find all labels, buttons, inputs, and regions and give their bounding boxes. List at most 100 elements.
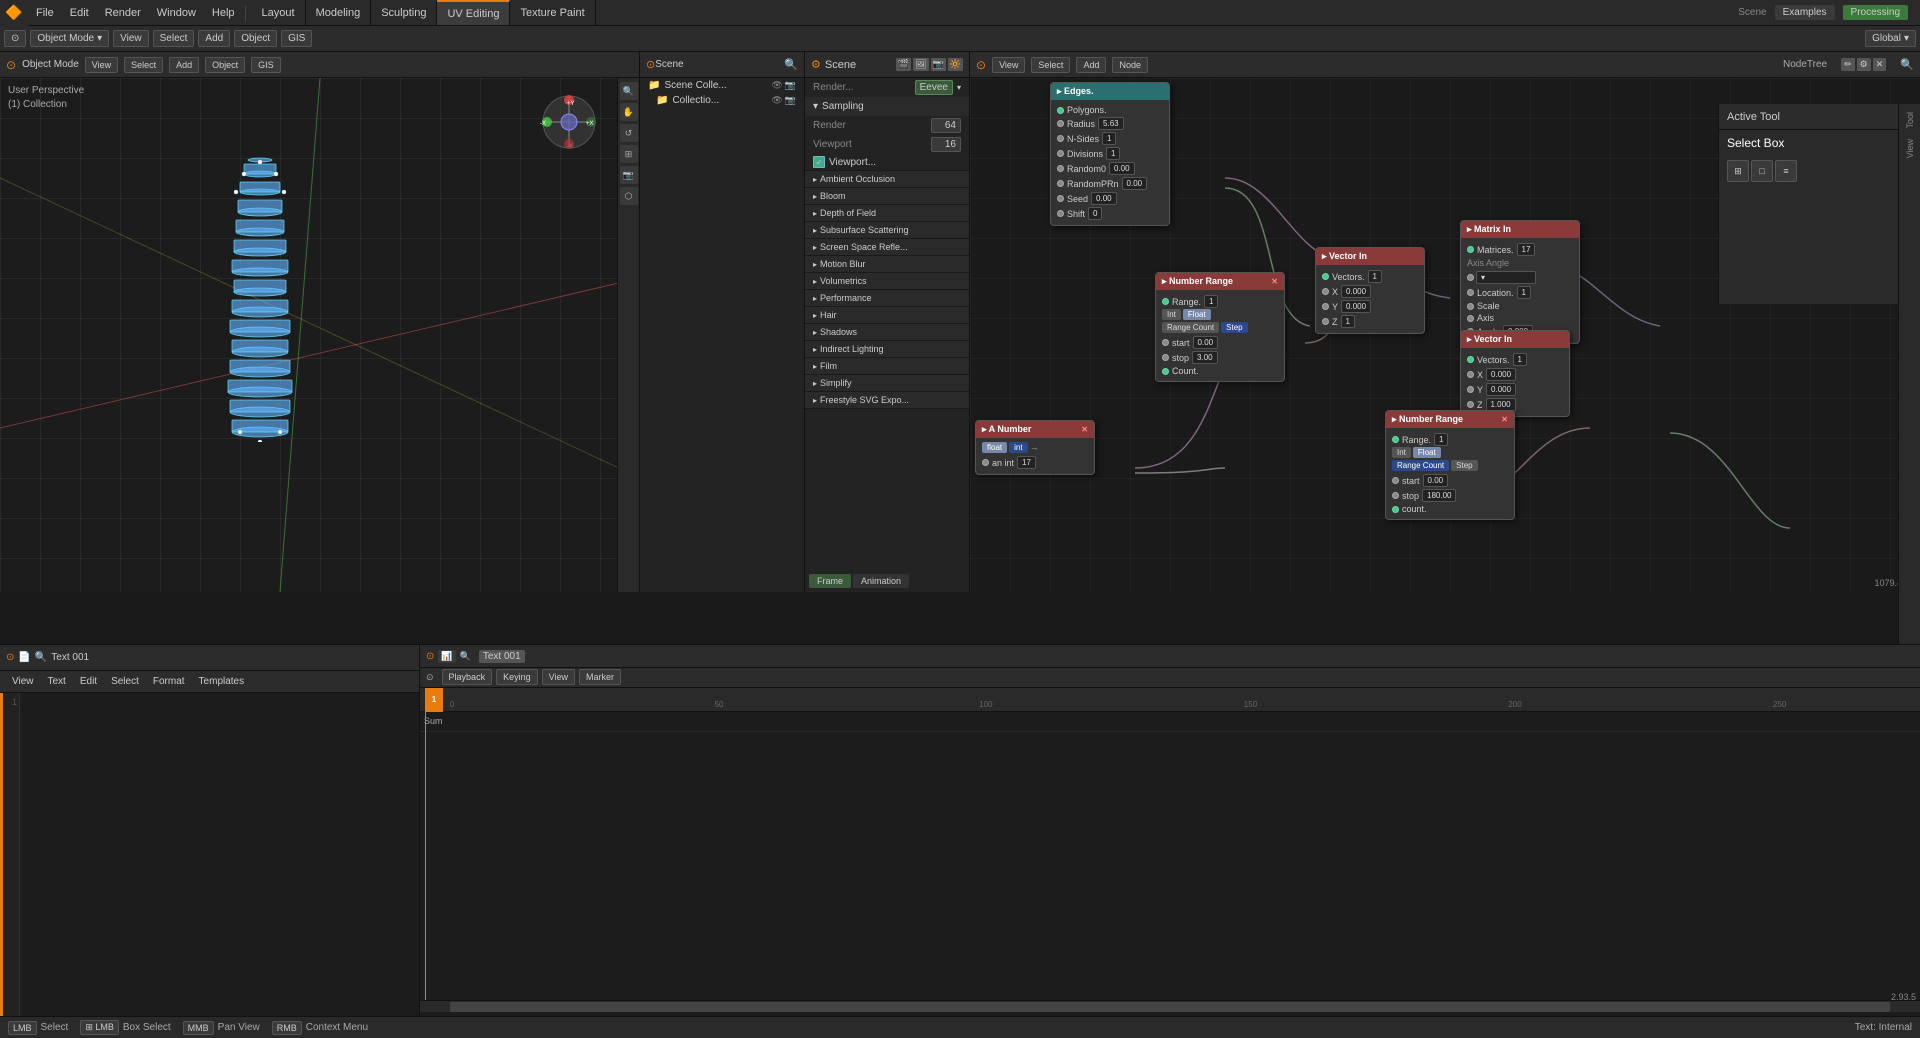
- render-section-8[interactable]: ▸Hair: [805, 307, 969, 324]
- menu-help[interactable]: Help: [204, 0, 243, 25]
- node-search-icon[interactable]: 🔍: [1900, 58, 1914, 71]
- num-range-1-close[interactable]: ✕: [1271, 277, 1278, 286]
- scroll-thumb[interactable]: [450, 1002, 1890, 1012]
- zoom-icon[interactable]: 🔍: [620, 82, 638, 100]
- nsides-val[interactable]: 1: [1102, 132, 1116, 145]
- vi1-vecs-val[interactable]: 1: [1368, 270, 1382, 283]
- nr2-start-val[interactable]: 0.00: [1423, 474, 1449, 487]
- vis-icon-2[interactable]: 👁: [771, 95, 782, 106]
- tool-icon-more[interactable]: ≡: [1775, 160, 1797, 182]
- marker-btn[interactable]: Marker: [579, 669, 621, 685]
- nr2-int-tab[interactable]: Int: [1392, 447, 1411, 458]
- prop-icon-4[interactable]: 🔆: [948, 58, 963, 71]
- menu-file[interactable]: File: [28, 0, 62, 25]
- add-btn[interactable]: Add: [198, 30, 230, 47]
- nr1-float-tab[interactable]: Float: [1183, 309, 1211, 320]
- view-tab[interactable]: View: [1903, 135, 1917, 162]
- prop-icon-3[interactable]: 📷: [931, 58, 946, 71]
- outliner-filter-icon[interactable]: 🔍: [784, 58, 798, 71]
- node-node-menu[interactable]: Node: [1112, 57, 1148, 73]
- render-section-13[interactable]: ▸Freestyle SVG Expo...: [805, 392, 969, 409]
- menu-view[interactable]: View: [6, 675, 40, 688]
- object-mode-btn[interactable]: Object Mode ▾: [30, 30, 109, 47]
- select-menu[interactable]: Select: [124, 57, 163, 73]
- hand-icon[interactable]: ✋: [620, 103, 638, 121]
- scene-icon[interactable]: ⬡: [620, 187, 638, 205]
- menu-render[interactable]: Render: [97, 0, 149, 25]
- nr2-step-tab[interactable]: Step: [1451, 460, 1477, 471]
- render-engine-value[interactable]: Eevee: [915, 80, 953, 95]
- menu-window[interactable]: Window: [149, 0, 204, 25]
- text-file-dropdown[interactable]: 📄: [18, 652, 30, 663]
- shading-btn[interactable]: Global ▾: [1865, 30, 1916, 47]
- mi-axisangle-dropdown[interactable]: ▾: [1476, 271, 1536, 284]
- tab-texture-paint[interactable]: Texture Paint: [510, 0, 595, 25]
- node-settings-icon[interactable]: ⚙: [1857, 58, 1871, 71]
- node-close-icon[interactable]: ✕: [1873, 58, 1887, 71]
- viewport-3d[interactable]: ⊙ Object Mode View Select Add Object GIS: [0, 52, 640, 592]
- engine-dropdown-icon[interactable]: ▾: [957, 83, 961, 92]
- keying-btn[interactable]: Keying: [496, 669, 538, 685]
- vi1-x-val[interactable]: 0.000: [1341, 285, 1371, 298]
- text-editor-body[interactable]: 1: [0, 693, 419, 1016]
- viewport-denoising-checkbox[interactable]: ✓: [813, 156, 825, 168]
- render-section-6[interactable]: ▸Volumetrics: [805, 273, 969, 290]
- node-edges[interactable]: ▸ Edges. Polygons. Radius5.63 N-Sides1 D…: [1050, 82, 1170, 226]
- object-btn[interactable]: Object: [234, 30, 277, 47]
- vi2-y-val[interactable]: 0.000: [1486, 383, 1516, 396]
- render-section-3[interactable]: ▸Subsurface Scattering: [805, 222, 969, 239]
- nr1-step-tab[interactable]: Step: [1221, 322, 1247, 333]
- text-search-icon[interactable]: 🔍: [35, 652, 47, 663]
- render-section-9[interactable]: ▸Shadows: [805, 324, 969, 341]
- nr2-stop-val[interactable]: 180.00: [1422, 489, 1456, 502]
- vi2-vecs-val[interactable]: 1: [1513, 353, 1527, 366]
- object-menu[interactable]: Object: [205, 57, 245, 73]
- node-matrix-in[interactable]: ▸ Matrix In Matrices.17 Axis Angle ▾ Loc…: [1460, 220, 1580, 344]
- node-view-menu[interactable]: View: [992, 57, 1025, 73]
- frame-tab[interactable]: Frame: [809, 574, 851, 588]
- mi-loc-val[interactable]: 1: [1517, 286, 1531, 299]
- node-add-menu[interactable]: Add: [1076, 57, 1106, 73]
- playback-btn[interactable]: Playback: [442, 669, 493, 685]
- tab-uv-editing[interactable]: UV Editing: [437, 0, 510, 25]
- render-section-7[interactable]: ▸Performance: [805, 290, 969, 307]
- viewport-denoising-field[interactable]: ✓ Viewport...: [805, 154, 969, 170]
- seed-val[interactable]: 0.00: [1091, 192, 1117, 205]
- gis-btn[interactable]: GIS: [281, 30, 312, 47]
- node-edit-icon[interactable]: ✏: [1841, 58, 1855, 71]
- grid-icon[interactable]: ⊞: [620, 145, 638, 163]
- timeline-scrollbar[interactable]: [420, 1000, 1920, 1012]
- tool-icon-grid[interactable]: ⊞: [1727, 160, 1749, 182]
- rand0-val[interactable]: 0.00: [1109, 162, 1135, 175]
- camera-vis-icon[interactable]: 📷: [785, 80, 796, 91]
- nr1-count-tab[interactable]: Range Count: [1162, 322, 1219, 333]
- add-menu[interactable]: Add: [169, 57, 199, 73]
- animation-tab[interactable]: Animation: [853, 574, 909, 588]
- cam-icon-2[interactable]: 📷: [785, 95, 796, 106]
- nr1-range-val[interactable]: 1: [1204, 295, 1218, 308]
- camera-icon[interactable]: 📷: [620, 166, 638, 184]
- render-section-1[interactable]: ▸Bloom: [805, 188, 969, 205]
- menu-select[interactable]: Select: [105, 675, 145, 688]
- nr1-stop-val[interactable]: 3.00: [1192, 351, 1218, 364]
- div-val[interactable]: 1: [1106, 147, 1120, 160]
- vi2-x-val[interactable]: 0.000: [1486, 368, 1516, 381]
- node-number-range-1[interactable]: ▸ Number Range ✕ Range.1 Int Float Range…: [1155, 272, 1285, 382]
- node-vector-in-2[interactable]: ▸ Vector In Vectors.1 X0.000 Y0.000 Z1.0…: [1460, 330, 1570, 417]
- gis-menu[interactable]: GIS: [251, 57, 281, 73]
- prop-icon-1[interactable]: 🎬: [896, 58, 911, 71]
- nr2-float-tab[interactable]: Float: [1413, 447, 1441, 458]
- randpn-val[interactable]: 0.00: [1122, 177, 1148, 190]
- nr1-start-val[interactable]: 0.00: [1193, 336, 1219, 349]
- render-section-10[interactable]: ▸Indirect Lighting: [805, 341, 969, 358]
- menu-edit[interactable]: Edit: [62, 0, 97, 25]
- outliner-item-scene-collection[interactable]: 📁 Scene Colle... 👁 📷: [640, 78, 804, 93]
- vi1-z-val[interactable]: 1: [1341, 315, 1355, 328]
- outliner-item-collection[interactable]: 📁 Collectio... 👁 📷: [640, 93, 804, 108]
- view-mode-btn[interactable]: ⊙: [4, 30, 26, 47]
- tool-icon-box-select[interactable]: □: [1751, 160, 1773, 182]
- shift-val[interactable]: 0: [1088, 207, 1102, 220]
- view-btn[interactable]: View: [113, 30, 149, 47]
- nr1-int-tab[interactable]: Int: [1162, 309, 1181, 320]
- timeline-search-icon[interactable]: 🔍: [460, 651, 471, 662]
